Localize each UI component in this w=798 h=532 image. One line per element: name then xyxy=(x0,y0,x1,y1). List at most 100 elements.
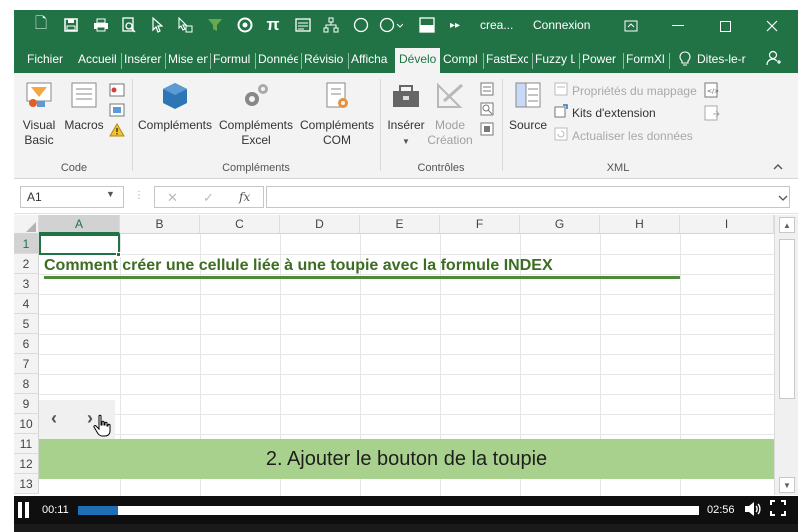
share-user-icon[interactable] xyxy=(766,50,782,69)
collapse-ribbon-icon[interactable] xyxy=(772,161,784,175)
circle-icon[interactable] xyxy=(352,16,370,34)
vertical-scrollbar[interactable]: ▲ ▼ xyxy=(774,215,798,495)
fill-color-icon[interactable] xyxy=(418,16,436,34)
complements-excel-button[interactable]: Compléments Excel xyxy=(216,81,296,148)
tab-mise-en-page[interactable]: Mise en xyxy=(168,52,208,73)
total-time: 02:56 xyxy=(707,504,735,516)
signin-link[interactable]: Connexion xyxy=(533,18,590,32)
volume-icon[interactable] xyxy=(744,501,762,520)
tell-me-search[interactable]: Dites-le-r xyxy=(697,52,749,73)
column-header-e[interactable]: E xyxy=(360,215,440,234)
refresh-data-button[interactable]: Actualiser les données xyxy=(554,127,693,144)
row-header-4[interactable]: 4 xyxy=(14,294,39,314)
complements-com-button[interactable]: Compléments COM xyxy=(298,81,376,148)
progress-bar[interactable] xyxy=(78,506,699,515)
column-header-g[interactable]: G xyxy=(520,215,600,234)
bottom-strip xyxy=(14,524,798,532)
macros-button[interactable]: Macros xyxy=(62,81,106,133)
more-commands-icon[interactable]: ▸▸ xyxy=(446,16,464,34)
column-header-d[interactable]: D xyxy=(280,215,360,234)
scroll-down-icon[interactable]: ▼ xyxy=(779,477,795,493)
tab-complements[interactable]: Compl xyxy=(443,52,479,73)
print-preview-icon[interactable] xyxy=(120,16,138,34)
group-label-code: Code xyxy=(60,162,88,174)
record-icon[interactable] xyxy=(236,16,254,34)
fullscreen-icon[interactable] xyxy=(770,500,786,520)
spin-button-control[interactable]: ‹ › xyxy=(39,400,115,440)
extension-packs-button[interactable]: Kits d'extension xyxy=(554,104,656,121)
view-code-icon[interactable] xyxy=(480,102,494,119)
xml-source-button[interactable]: Source xyxy=(508,81,548,133)
tab-power[interactable]: Power xyxy=(582,52,620,73)
column-header-f[interactable]: F xyxy=(440,215,520,234)
tab-revision[interactable]: Révisio xyxy=(304,52,345,73)
chevron-down-icon[interactable]: ▼ xyxy=(106,189,115,199)
mode-creation-button[interactable]: Mode Création xyxy=(426,81,474,148)
scroll-thumb[interactable] xyxy=(779,239,795,399)
record-macro-icon[interactable] xyxy=(109,83,125,100)
close-button[interactable] xyxy=(749,10,795,42)
column-header-a[interactable]: A xyxy=(39,215,120,234)
row-header-1[interactable]: 1 xyxy=(14,234,39,254)
tab-fichier[interactable]: Fichier xyxy=(27,52,67,73)
row-header-10[interactable]: 10 xyxy=(14,414,39,434)
visual-basic-button[interactable]: Visual Basic xyxy=(20,81,58,148)
tab-formxl[interactable]: FormXl xyxy=(626,52,666,73)
row-header-13[interactable]: 13 xyxy=(14,474,39,494)
ribbon-display-options-icon[interactable] xyxy=(608,10,654,42)
pi-symbol-icon[interactable]: π xyxy=(264,15,282,34)
tab-accueil[interactable]: Accueil xyxy=(78,52,120,73)
row-header-6[interactable]: 6 xyxy=(14,334,39,354)
row-header-12[interactable]: 12 xyxy=(14,454,39,474)
tab-inserer[interactable]: Insérer xyxy=(124,52,164,73)
scroll-up-icon[interactable]: ▲ xyxy=(779,217,795,233)
column-header-c[interactable]: C xyxy=(200,215,280,234)
macro-security-icon[interactable] xyxy=(109,123,125,140)
hierarchy-icon[interactable] xyxy=(322,16,340,34)
formula-input[interactable] xyxy=(266,186,790,208)
relative-references-icon[interactable] xyxy=(109,103,125,120)
spreadsheet-grid[interactable]: A B C D E F G H I 1 2 3 4 5 6 7 8 9 10 1… xyxy=(14,215,798,496)
spin-decrement-icon[interactable]: ‹ xyxy=(51,408,57,429)
tab-affichage[interactable]: Afficha xyxy=(351,52,393,73)
save-icon[interactable] xyxy=(62,16,80,34)
form-icon[interactable] xyxy=(294,16,312,34)
inserer-control-button[interactable]: Insérer ▼ xyxy=(384,81,428,149)
xml-import-icon[interactable]: </> xyxy=(704,82,720,101)
row-header-8[interactable]: 8 xyxy=(14,374,39,394)
tab-formules[interactable]: Formul xyxy=(213,52,253,73)
tab-fastexcel[interactable]: FastExc xyxy=(486,52,528,73)
print-icon[interactable] xyxy=(92,16,110,34)
column-header-h[interactable]: H xyxy=(600,215,680,234)
maximize-button[interactable] xyxy=(702,10,748,42)
row-header-9[interactable]: 9 xyxy=(14,394,39,414)
filter-icon[interactable] xyxy=(206,16,224,34)
row-header-7[interactable]: 7 xyxy=(14,354,39,374)
properties-icon[interactable] xyxy=(480,82,494,99)
column-header-i[interactable]: I xyxy=(680,215,774,234)
minimize-button[interactable] xyxy=(655,10,701,42)
expand-formula-bar-icon[interactable] xyxy=(778,191,788,205)
row-header-2[interactable]: 2 xyxy=(14,254,39,274)
circle-dropdown-icon[interactable] xyxy=(378,16,404,34)
select-all-corner[interactable] xyxy=(14,215,39,234)
tab-fuzzy-lookup[interactable]: Fuzzy L xyxy=(535,52,575,73)
touch-mode-icon[interactable] xyxy=(176,16,194,34)
row-header-5[interactable]: 5 xyxy=(14,314,39,334)
tab-developpeur[interactable]: Dévelo xyxy=(395,48,440,73)
selected-cell-a1[interactable] xyxy=(39,234,120,255)
tab-donnees[interactable]: Donnée xyxy=(258,52,298,73)
select-cursor-icon[interactable] xyxy=(148,16,166,34)
new-file-icon[interactable]: 🗋 xyxy=(32,15,50,34)
insert-function-icon[interactable]: fx xyxy=(239,190,250,204)
complements-button[interactable]: Compléments xyxy=(136,81,214,133)
row-header-11[interactable]: 11 xyxy=(14,434,39,454)
cancel-icon[interactable]: ✕ xyxy=(167,190,178,206)
xml-export-icon[interactable] xyxy=(704,105,720,124)
run-dialog-icon[interactable] xyxy=(480,122,494,139)
map-properties-button[interactable]: Propriétés du mappage xyxy=(554,82,697,99)
confirm-icon[interactable]: ✓ xyxy=(203,190,214,206)
pause-icon[interactable] xyxy=(18,502,32,518)
row-header-3[interactable]: 3 xyxy=(14,274,39,294)
column-header-b[interactable]: B xyxy=(120,215,200,234)
